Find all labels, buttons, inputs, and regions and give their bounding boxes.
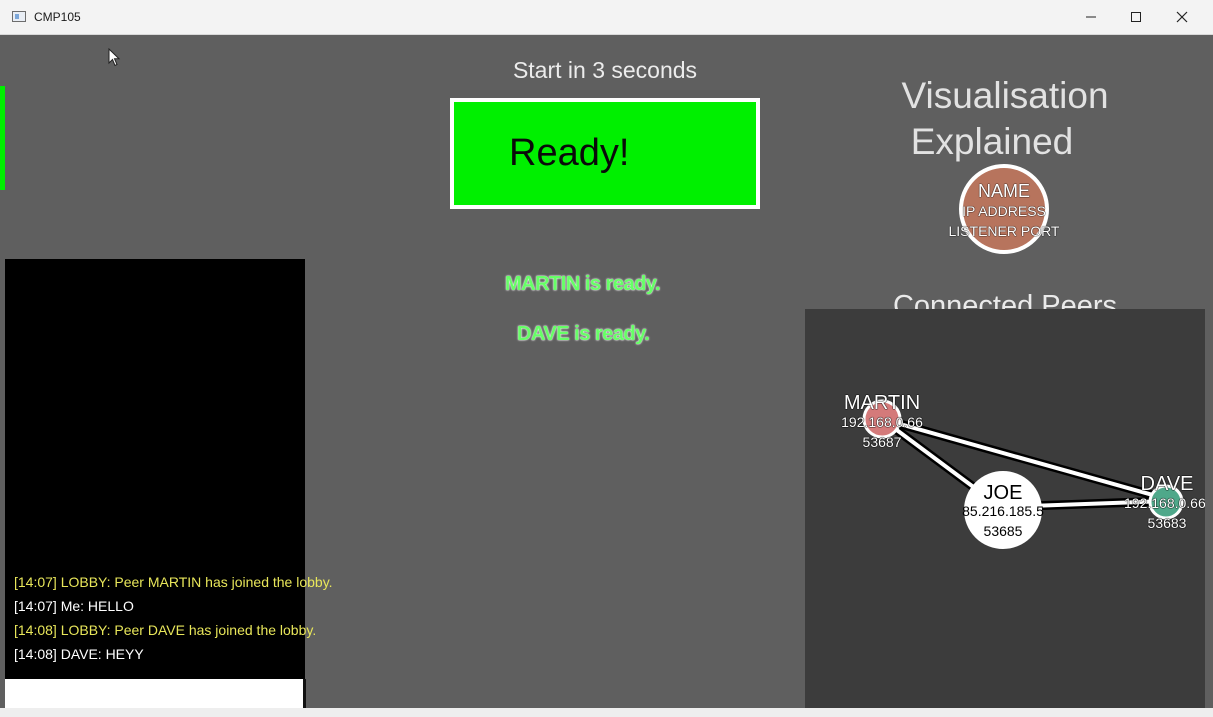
- peer-port-joe: 53685: [983, 523, 1023, 539]
- maximize-button[interactable]: [1113, 0, 1159, 34]
- visualisation-title-line1: Visualisation: [901, 75, 1109, 116]
- peer-port-dave: 53683: [1147, 515, 1187, 531]
- close-button[interactable]: [1159, 0, 1205, 34]
- peer-name-martin: MARTIN: [843, 392, 921, 414]
- visualisation-title: Visualisation Explained: [860, 73, 1150, 165]
- ready-status-martin: MARTIN is ready.: [505, 273, 661, 295]
- mouse-cursor-icon: [108, 48, 121, 67]
- peer-ip-dave: 192.168.0.66: [1124, 495, 1205, 511]
- peer-name-dave: DAVE: [1140, 473, 1194, 495]
- offscreen-green-bar: [0, 86, 5, 190]
- minimize-icon: [1086, 16, 1096, 18]
- app-icon: [12, 11, 26, 22]
- chat-panel: [5, 259, 305, 679]
- minimize-button[interactable]: [1068, 0, 1114, 34]
- chat-message: [14:08] LOBBY: Peer DAVE has joined the …: [14, 622, 317, 638]
- peer-ip-joe: 85.216.185.5: [962, 503, 1044, 519]
- ready-button[interactable]: Ready!: [450, 98, 760, 209]
- close-icon: [1176, 11, 1188, 23]
- peer-name-joe: JOE: [983, 482, 1023, 504]
- window-title: CMP105: [34, 10, 81, 24]
- peer-ip-martin: 192.168.0.66: [841, 414, 923, 430]
- chat-message: [14:08] DAVE: HEYY: [14, 646, 144, 662]
- countdown-text: Start in 3 seconds: [512, 57, 698, 83]
- chat-message: [14:07] LOBBY: Peer MARTIN has joined th…: [14, 574, 333, 590]
- legend-ip: IP ADDRESS: [962, 203, 1046, 219]
- visualisation-title-line2: Explained: [910, 121, 1074, 162]
- chat-message: [14:07] Me: HELLO: [14, 598, 134, 614]
- legend-name: NAME: [977, 181, 1030, 201]
- peer-port-martin: 53687: [862, 434, 902, 450]
- ready-button-label: Ready!: [509, 132, 630, 174]
- ready-status-dave: DAVE is ready.: [517, 323, 650, 345]
- legend-port: LISTENER PORT: [948, 223, 1060, 239]
- window-bottom-border: [0, 708, 1213, 717]
- window-titlebar: CMP105: [0, 0, 1213, 35]
- chat-input[interactable]: [5, 679, 306, 709]
- maximize-icon: [1131, 12, 1141, 22]
